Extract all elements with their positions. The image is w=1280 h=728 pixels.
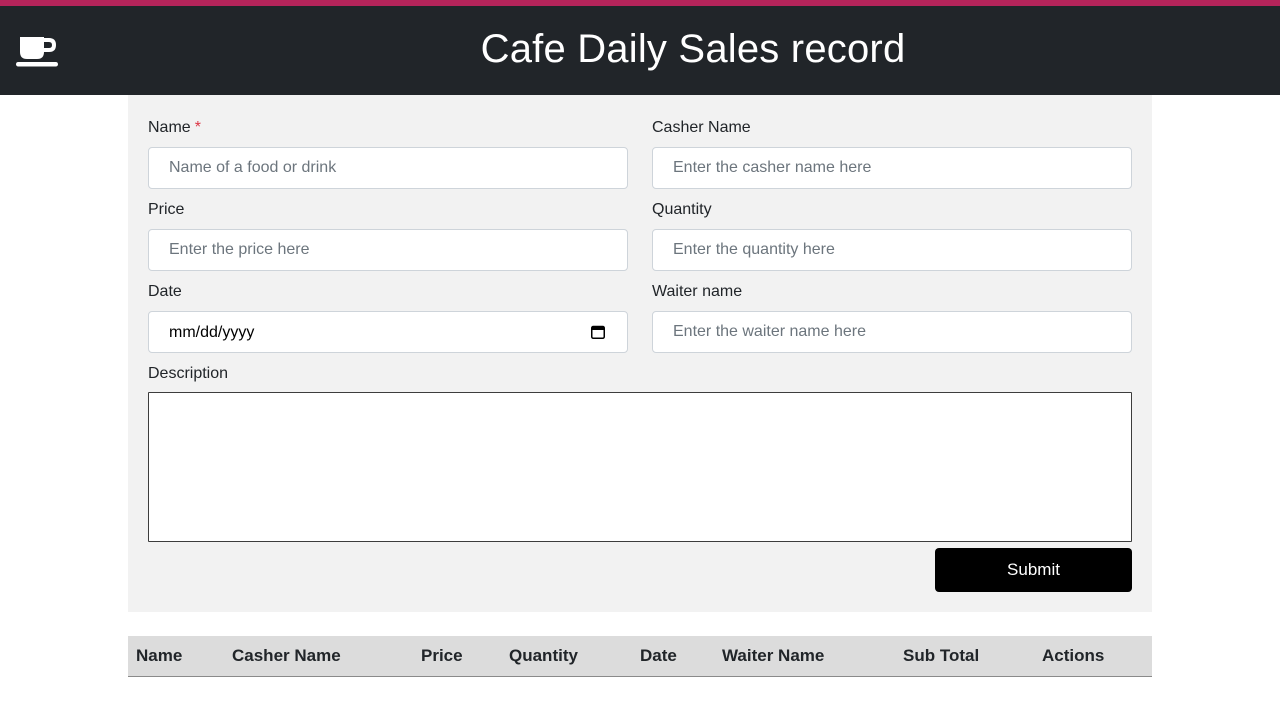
sales-form: Name* Casher Name Price Quantity Date mm…: [128, 95, 1152, 612]
description-textarea[interactable]: [148, 392, 1132, 542]
waiter-name-label: Waiter name: [652, 283, 743, 300]
price-input[interactable]: [148, 229, 628, 271]
column-header-casher-name: Casher Name: [224, 636, 413, 677]
page-title: Cafe Daily Sales record: [480, 27, 906, 71]
calendar-icon[interactable]: [591, 325, 605, 339]
quantity-label: Quantity: [652, 201, 712, 218]
description-label: Description: [148, 365, 229, 382]
column-header-sub-total: Sub Total: [895, 636, 1034, 677]
casher-name-label: Casher Name: [652, 119, 751, 136]
casher-name-input[interactable]: [652, 147, 1132, 189]
sales-table: Name Casher Name Price Quantity Date Wai…: [128, 636, 1152, 677]
column-header-date: Date: [632, 636, 714, 677]
app-header: Cafe Daily Sales record: [0, 6, 1280, 95]
column-header-quantity: Quantity: [501, 636, 632, 677]
column-header-waiter-name: Waiter Name: [714, 636, 895, 677]
column-header-actions: Actions: [1034, 636, 1152, 677]
date-input-value: mm/dd/yyyy: [169, 324, 255, 341]
quantity-input[interactable]: [652, 229, 1132, 271]
name-field-label: Name *: [148, 119, 201, 137]
date-input[interactable]: mm/dd/yyyy: [148, 311, 628, 353]
date-label: Date: [148, 283, 182, 300]
table-header-row: Name Casher Name Price Quantity Date Wai…: [128, 636, 1152, 677]
name-input[interactable]: [148, 147, 628, 189]
required-asterisk: *: [194, 119, 201, 136]
name-label-text: Name: [148, 119, 191, 136]
column-header-name: Name: [128, 636, 224, 677]
submit-button[interactable]: Submit: [935, 548, 1132, 592]
price-label: Price: [148, 201, 185, 218]
column-header-price: Price: [413, 636, 501, 677]
waiter-name-input[interactable]: [652, 311, 1132, 353]
